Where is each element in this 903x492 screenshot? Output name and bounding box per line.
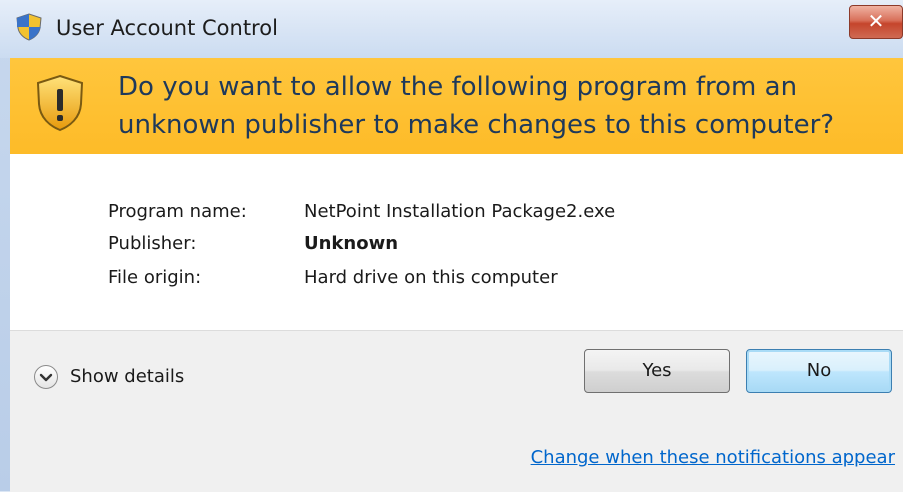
file-origin-value: Hard drive on this computer — [304, 267, 558, 288]
uac-shield-icon — [16, 13, 42, 41]
program-name-label: Program name: — [108, 201, 247, 222]
close-icon: ✕ — [867, 9, 885, 33]
warning-shield-icon — [36, 74, 84, 132]
file-origin-row: File origin: Hard drive on this computer — [108, 265, 558, 291]
program-name-value: NetPoint Installation Package2.exe — [304, 201, 616, 222]
close-button[interactable]: ✕ — [849, 5, 903, 39]
yes-button[interactable]: Yes — [584, 349, 730, 393]
window-title: User Account Control — [56, 16, 278, 40]
publisher-row: Publisher: Unknown — [108, 231, 398, 257]
publisher-label: Publisher: — [108, 233, 197, 254]
banner-question: Do you want to allow the following progr… — [118, 72, 835, 140]
no-button[interactable]: No — [746, 349, 892, 393]
publisher-value: Unknown — [304, 233, 399, 254]
change-notifications-link[interactable]: Change when these notifications appear — [531, 447, 895, 468]
warning-banner: Do you want to allow the following progr… — [10, 58, 903, 154]
action-area: Show details Yes No Change when these no… — [10, 330, 903, 492]
file-origin-label: File origin: — [108, 267, 202, 288]
program-details: Program name: NetPoint Installation Packa… — [10, 154, 903, 330]
title-bar: User Account Control ✕ — [0, 0, 903, 58]
program-name-row: Program name: NetPoint Installation Packa… — [108, 199, 615, 225]
chevron-down-icon[interactable] — [34, 365, 58, 389]
uac-dialog: User Account Control ✕ Do you want to al… — [0, 0, 903, 492]
show-details-label[interactable]: Show details — [70, 363, 184, 391]
